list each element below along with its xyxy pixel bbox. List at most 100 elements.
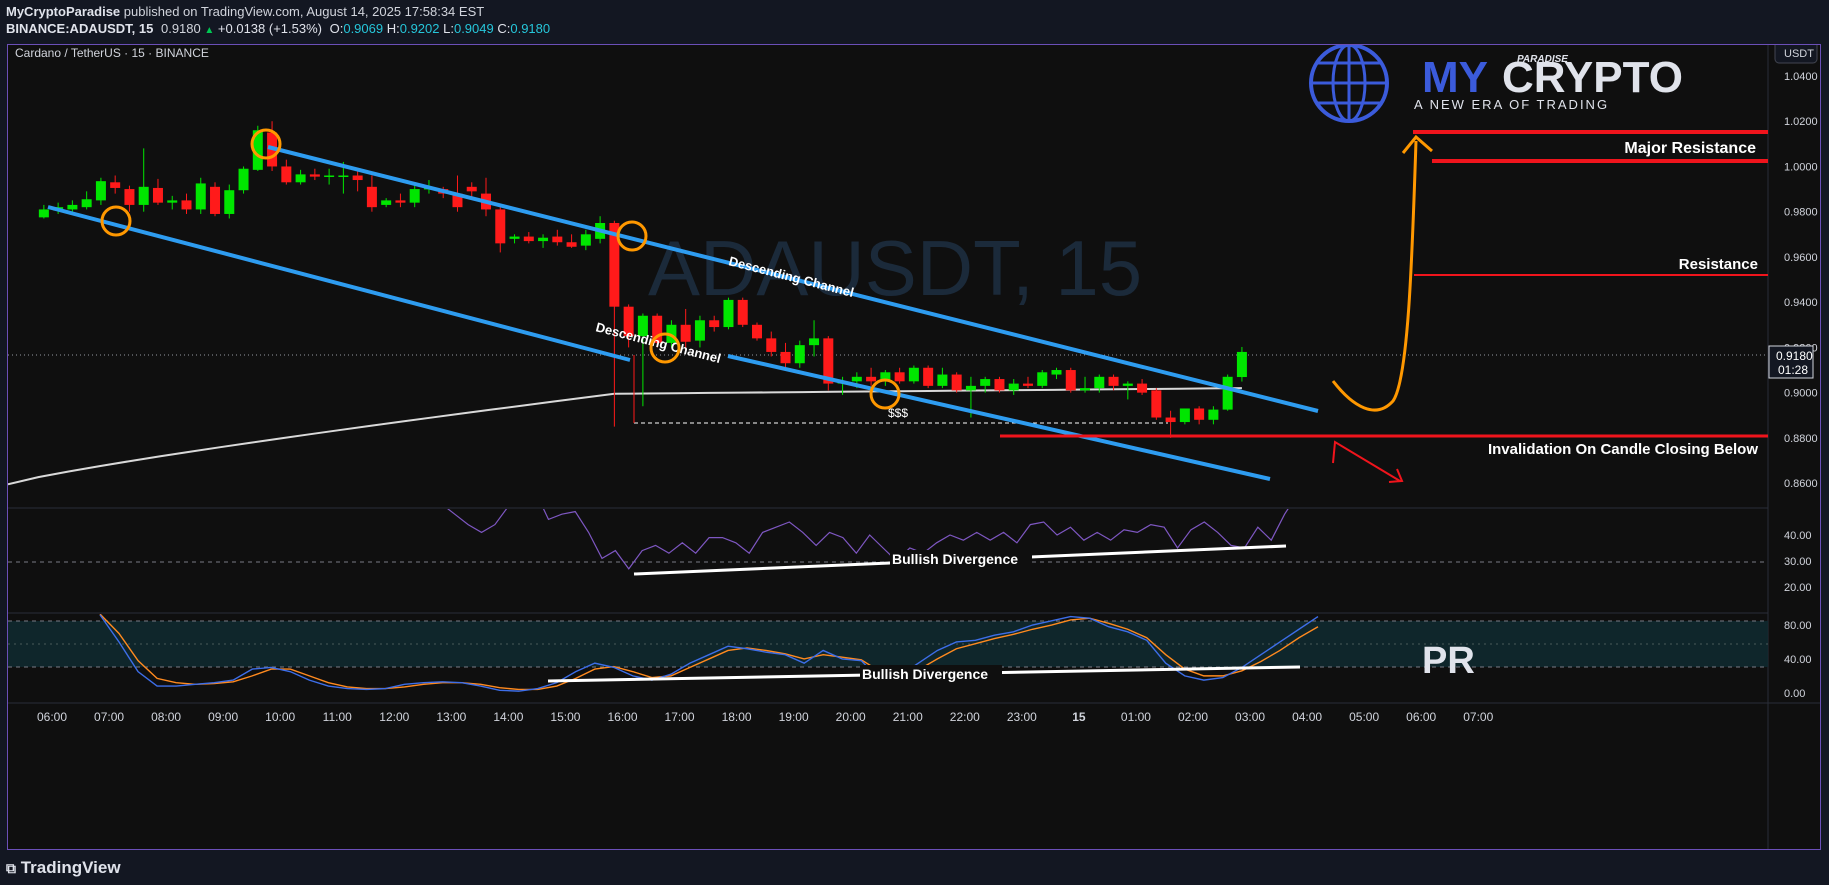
candle-body: [709, 320, 720, 328]
candle-body: [381, 200, 392, 205]
price-tick-label: 0.9400: [1784, 297, 1818, 309]
candle-body: [281, 166, 292, 183]
pr-mark: PR: [1422, 640, 1475, 682]
candle-body: [809, 338, 820, 346]
high-value: 0.9202: [399, 21, 440, 36]
channel-lower-line-left[interactable]: [47, 205, 631, 362]
candle-body: [295, 174, 306, 183]
candle-body: [951, 374, 962, 391]
publisher-line: MyCryptoParadise published on TradingVie…: [6, 4, 484, 19]
candle-body: [395, 200, 406, 203]
chart-frame: ADAUSDT, 15 Cardano / TetherUS · 15 · BI…: [7, 44, 1821, 850]
candle-body: [851, 376, 862, 382]
candle-body: [81, 199, 92, 208]
candle-body: [1137, 383, 1148, 393]
price-tick-label: 1.0200: [1784, 116, 1818, 128]
candle-body: [723, 299, 734, 328]
price-axis[interactable]: 1.04001.02001.00000.98000.96000.94000.92…: [1784, 71, 1818, 490]
candle-body: [980, 379, 991, 386]
close-label: C:: [497, 21, 511, 36]
symbol-watermark: ADAUSDT, 15: [648, 224, 1142, 312]
candle-body: [1022, 383, 1033, 386]
candle-body: [1151, 390, 1162, 418]
time-tick-label: 13:00: [436, 710, 466, 724]
candle-body: [509, 236, 520, 239]
rsi-tick-label: 30.00: [1784, 556, 1812, 568]
candle-body: [766, 338, 777, 352]
rsi-tick-label: 40.00: [1784, 530, 1812, 542]
footer: ⧉ TradingView: [0, 850, 1829, 885]
tradingview-label: TradingView: [20, 858, 121, 877]
stoch-tick-label: 80.00: [1784, 620, 1812, 632]
candle-body: [324, 175, 335, 178]
price-tick-label: 1.0400: [1784, 71, 1818, 83]
candle-body: [495, 209, 506, 244]
candle-body: [1236, 351, 1247, 378]
change-value: +0.0138 (+1.53%): [217, 21, 322, 36]
time-tick-label: 21:00: [893, 710, 923, 724]
time-tick-label: 20:00: [836, 710, 866, 724]
rsi-divergence-label: Bullish Divergence: [892, 551, 1018, 567]
candle-body: [794, 345, 805, 364]
candle-body: [1008, 383, 1019, 391]
rsi-tick-label: 20.00: [1784, 582, 1812, 594]
rsi-line: [447, 509, 1289, 570]
candle-body: [338, 175, 349, 178]
candle-body: [409, 189, 420, 203]
major-resistance-label: Major Resistance: [1624, 140, 1756, 157]
stoch-tick-label: 0.00: [1784, 688, 1805, 700]
time-tick-label: 07:00: [1463, 710, 1493, 724]
candle-body: [580, 234, 591, 246]
candle-body: [38, 209, 49, 218]
currency-label: USDT: [1784, 48, 1814, 60]
time-tick-label: 12:00: [379, 710, 409, 724]
up-arrow-icon: ▲: [204, 25, 215, 36]
candle-body: [195, 183, 206, 210]
brand-tagline: A NEW ERA OF TRADING: [1414, 97, 1609, 112]
time-tick-label: 15: [1072, 710, 1086, 724]
candle-body: [965, 385, 976, 391]
candle-body: [110, 182, 121, 188]
candle-body: [1179, 408, 1190, 423]
low-value: 0.9049: [453, 21, 494, 36]
candle-body: [67, 204, 78, 210]
price-tick-label: 0.9800: [1784, 207, 1818, 219]
candle-body: [210, 186, 221, 214]
stoch-tick-label: 40.00: [1784, 654, 1812, 666]
high-label: H:: [386, 21, 400, 36]
candle-body: [1194, 408, 1205, 420]
time-tick-label: 16:00: [607, 710, 637, 724]
candle-body: [366, 186, 377, 208]
candle-body: [1080, 388, 1091, 391]
price-chart[interactable]: ADAUSDT, 15 Cardano / TetherUS · 15 · BI…: [8, 45, 1820, 849]
bearish-projection-arrow: [1332, 440, 1401, 482]
bullish-projection-arrow: [1331, 140, 1418, 412]
candle-body: [1165, 417, 1176, 423]
chart-title: Cardano / TetherUS · 15 · BINANCE: [15, 46, 209, 60]
candle-body: [894, 372, 905, 382]
time-tick-label: 18:00: [722, 710, 752, 724]
candle-countdown: 01:28: [1778, 363, 1808, 377]
candle-body: [1208, 409, 1219, 420]
time-tick-label: 04:00: [1292, 710, 1322, 724]
brand-logo: PARADISE MY CRYPTO A NEW ERA OF TRADING: [1309, 45, 1683, 123]
candle-body: [566, 242, 577, 247]
candle-body: [937, 374, 948, 386]
candle-body: [523, 236, 534, 242]
time-tick-label: 23:00: [1007, 710, 1037, 724]
candle-body: [923, 367, 934, 386]
tradingview-logo[interactable]: ⧉ TradingView: [6, 858, 121, 878]
candle-body: [1037, 372, 1048, 386]
price-tick-label: 0.9000: [1784, 388, 1818, 400]
price-tick-label: 0.9600: [1784, 252, 1818, 264]
time-axis[interactable]: 06:00 07:00 08:00 09:00 10:00 11:00 12:00 13:00…: [37, 710, 1494, 724]
candle-body: [680, 324, 691, 342]
candle-body: [181, 200, 192, 210]
brand-crypto: CRYPTO: [1502, 53, 1683, 102]
candle-body: [224, 190, 235, 214]
open-label: O:: [329, 21, 344, 36]
current-price: 0.9180: [1776, 349, 1813, 363]
resistance-label: Resistance: [1679, 256, 1758, 273]
publisher-name[interactable]: MyCryptoParadise: [6, 4, 120, 19]
price-tick-label: 0.8800: [1784, 433, 1818, 445]
